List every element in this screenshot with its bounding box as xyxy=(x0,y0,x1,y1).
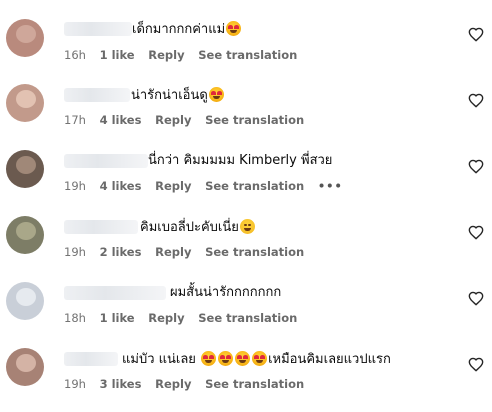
heart-outline-icon[interactable] xyxy=(468,291,484,307)
star-struck-emoji-icon xyxy=(252,351,268,366)
comment-meta: 18h 1 like Reply See translation xyxy=(64,311,307,325)
avatar[interactable] xyxy=(6,84,44,122)
username-blurred[interactable] xyxy=(64,22,132,36)
see-translation-link[interactable]: See translation xyxy=(205,245,304,259)
username-blurred[interactable] xyxy=(64,88,130,102)
comment-timestamp: 19h xyxy=(64,377,86,391)
star-struck-emoji-icon xyxy=(208,87,224,102)
likes-count-link[interactable]: 4 likes xyxy=(100,179,142,193)
comment-text: คิมเบอลี่ปะคับเนี่ย xyxy=(140,219,256,236)
comment-text-part: คิมเบอลี่ปะคับเนี่ย xyxy=(140,220,239,235)
comment-text-part: แม่บัว แน่เลย xyxy=(122,352,196,367)
comment-text-part: น่ารักน่าเอ็นดู xyxy=(131,88,208,103)
heart-outline-icon[interactable] xyxy=(468,159,484,175)
avatar[interactable] xyxy=(6,216,44,254)
comment-timestamp: 17h xyxy=(64,113,86,127)
comment-timestamp: 18h xyxy=(64,311,86,325)
likes-count-link[interactable]: 1 like xyxy=(100,311,135,325)
avatar[interactable] xyxy=(6,348,44,386)
heart-outline-icon[interactable] xyxy=(468,357,484,373)
more-dots-icon[interactable]: ••• xyxy=(318,179,343,193)
comment-text: ผมสั้นน่ารักกกกกกก xyxy=(170,285,281,301)
comment-text-part: เหมือนคิมเลยแวปแรก xyxy=(268,352,391,367)
comment-text-part: เด็กมากกกค่าแม่ xyxy=(132,22,226,37)
see-translation-link[interactable]: See translation xyxy=(205,113,304,127)
star-struck-emoji-icon xyxy=(235,351,251,366)
heart-outline-icon[interactable] xyxy=(468,93,484,109)
see-translation-link[interactable]: See translation xyxy=(198,311,297,325)
comment-item: น่ารักน่าเอ็นดู 17h 4 likes Reply See tr… xyxy=(0,68,492,134)
comment-text: แม่บัว แน่เลย เหมือนคิมเลยแวปแรก xyxy=(122,351,391,368)
comment-item: คิมเบอลี่ปะคับเนี่ย 19h 2 likes Reply Se… xyxy=(0,200,492,266)
star-struck-emoji-icon xyxy=(201,351,217,366)
comment-item: นี่กว่า คิมมมมม Kimberly พี่สวย 19h 4 li… xyxy=(0,134,492,200)
comment-meta: 16h 1 like Reply See translation xyxy=(64,48,307,62)
username-blurred[interactable] xyxy=(64,286,166,300)
reply-button[interactable]: Reply xyxy=(155,113,191,127)
likes-count-link[interactable]: 1 like xyxy=(100,48,135,62)
comment-text: นี่กว่า คิมมมมม Kimberly พี่สวย xyxy=(148,153,332,169)
comment-timestamp: 19h xyxy=(64,179,86,193)
heart-outline-icon[interactable] xyxy=(468,225,484,241)
see-translation-link[interactable]: See translation xyxy=(198,48,297,62)
username-blurred[interactable] xyxy=(64,352,118,366)
comment-meta: 19h 2 likes Reply See translation xyxy=(64,245,314,259)
comment-meta: 17h 4 likes Reply See translation xyxy=(64,113,314,127)
reply-button[interactable]: Reply xyxy=(148,48,184,62)
likes-count-link[interactable]: 4 likes xyxy=(100,113,142,127)
star-struck-emoji-icon xyxy=(218,351,234,366)
comment-item: เด็กมากกกค่าแม่ 16h 1 like Reply See tra… xyxy=(0,2,492,68)
smiling-face-emoji-icon xyxy=(239,219,255,234)
comment-meta: 19h 4 likes Reply See translation ••• xyxy=(64,179,353,193)
comment-text-part: ผมสั้นน่ารักกกกกกก xyxy=(170,285,282,300)
comment-text: เด็กมากกกค่าแม่ xyxy=(132,21,242,38)
comment-timestamp: 16h xyxy=(64,48,86,62)
avatar[interactable] xyxy=(6,150,44,188)
see-translation-link[interactable]: See translation xyxy=(205,179,304,193)
reply-button[interactable]: Reply xyxy=(155,377,191,391)
likes-count-link[interactable]: 2 likes xyxy=(100,245,142,259)
comment-text-part: นี่กว่า คิมมมมม Kimberly พี่สวย xyxy=(148,153,333,168)
see-translation-link[interactable]: See translation xyxy=(205,377,304,391)
username-blurred[interactable] xyxy=(64,154,148,168)
username-blurred[interactable] xyxy=(64,220,138,234)
reply-button[interactable]: Reply xyxy=(155,179,191,193)
comment-text: น่ารักน่าเอ็นดู xyxy=(131,87,225,104)
heart-outline-icon[interactable] xyxy=(468,27,484,43)
likes-count-link[interactable]: 3 likes xyxy=(100,377,142,391)
comment-item: แม่บัว แน่เลย เหมือนคิมเลยแวปแรก 19h 3 l… xyxy=(0,332,492,398)
comment-meta: 19h 3 likes Reply See translation xyxy=(64,377,314,391)
comment-item: ผมสั้นน่ารักกกกกกก 18h 1 like Reply See … xyxy=(0,266,492,332)
reply-button[interactable]: Reply xyxy=(148,311,184,325)
reply-button[interactable]: Reply xyxy=(155,245,191,259)
star-struck-emoji-icon xyxy=(226,21,242,36)
comment-timestamp: 19h xyxy=(64,245,86,259)
avatar[interactable] xyxy=(6,19,44,57)
avatar[interactable] xyxy=(6,282,44,320)
